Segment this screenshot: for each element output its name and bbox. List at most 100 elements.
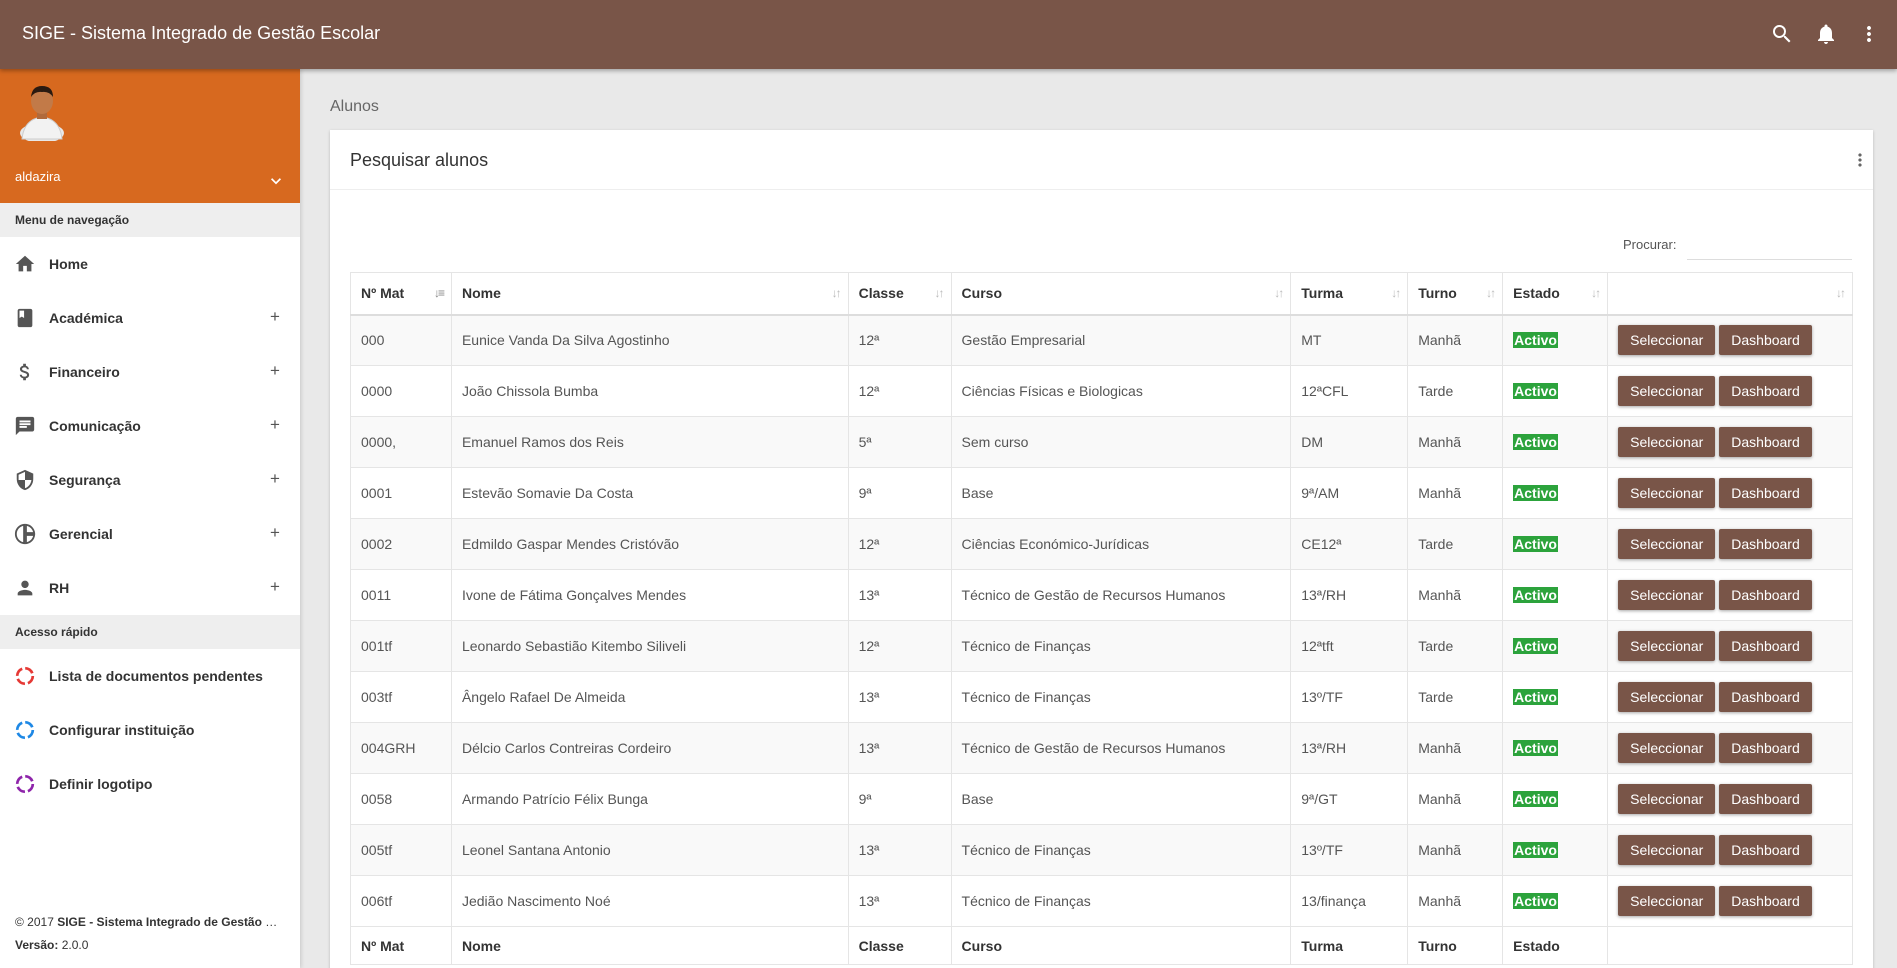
card-more-icon[interactable] xyxy=(1850,150,1870,170)
cell-actions: Seleccionar Dashboard xyxy=(1607,671,1853,723)
quick-item-define-logo[interactable]: Definir logotipo xyxy=(0,757,300,811)
status-badge: Activo xyxy=(1513,383,1558,399)
col-header-nome[interactable]: Nome ↓↑ xyxy=(450,272,849,316)
dashboard-button[interactable]: Dashboard xyxy=(1719,478,1812,508)
dashboard-button[interactable]: Dashboard xyxy=(1719,376,1812,406)
quick-access-header: Acesso rápido xyxy=(0,615,300,649)
version: Versão: 2.0.0 xyxy=(15,934,285,957)
cell-classe: 13ª xyxy=(847,671,952,723)
col-header-actions[interactable]: ↓↑ xyxy=(1607,272,1853,316)
sidebar-item-rh[interactable]: RH + xyxy=(0,561,300,615)
cell-curso: Técnico de Finanças xyxy=(950,671,1292,723)
table-row: 003tf Ângelo Rafael De Almeida 13ª Técnico … xyxy=(350,671,1853,723)
select-button[interactable]: Seleccionar xyxy=(1618,631,1716,661)
select-button[interactable]: Seleccionar xyxy=(1618,478,1716,508)
select-button[interactable]: Seleccionar xyxy=(1618,427,1716,457)
select-button[interactable]: Seleccionar xyxy=(1618,733,1716,763)
table-row: 006tf Jedião Nascimento Noé 13ª Técnico de … xyxy=(350,875,1853,927)
cell-mat: 006tf xyxy=(350,875,452,927)
table-row: 0011 Ivone de Fátima Gonçalves Mendes 13ª T… xyxy=(350,569,1853,621)
sort-icon: ↓↑ xyxy=(1391,286,1401,300)
search-icon[interactable] xyxy=(1770,22,1794,46)
version-label: Versão: xyxy=(15,938,59,952)
col-footer-actions xyxy=(1607,926,1853,965)
chevron-down-icon[interactable] xyxy=(266,171,286,191)
select-button[interactable]: Seleccionar xyxy=(1618,784,1716,814)
cell-turno: Tarde xyxy=(1407,518,1504,570)
cell-turno: Manhã xyxy=(1407,314,1504,366)
circle-red-icon xyxy=(14,665,36,687)
expand-icon[interactable]: + xyxy=(270,307,280,327)
cell-nome: Leonardo Sebastião Kitembo Siliveli xyxy=(450,620,849,672)
cell-turno: Manhã xyxy=(1407,416,1504,468)
expand-icon[interactable]: + xyxy=(270,577,280,597)
sidebar-item-label: Financeiro xyxy=(49,364,120,380)
sort-icon: ↓↑ xyxy=(1591,286,1601,300)
sidebar-item-financeiro[interactable]: Financeiro + xyxy=(0,345,300,399)
cell-actions: Seleccionar Dashboard xyxy=(1607,824,1853,876)
cell-turno: Tarde xyxy=(1407,365,1504,417)
cell-estado: Activo xyxy=(1502,365,1609,417)
quick-item-pending-documents[interactable]: Lista de documentos pendentes xyxy=(0,649,300,703)
dashboard-button[interactable]: Dashboard xyxy=(1719,886,1812,916)
sidebar-item-label: Gerencial xyxy=(49,526,113,542)
book-icon xyxy=(14,307,36,329)
select-button[interactable]: Seleccionar xyxy=(1618,682,1716,712)
col-header-mat[interactable]: Nº Mat ↓≡ xyxy=(350,272,452,316)
bell-icon[interactable] xyxy=(1814,22,1838,46)
col-header-turno[interactable]: Turno ↓↑ xyxy=(1407,272,1504,316)
dashboard-button[interactable]: Dashboard xyxy=(1719,580,1812,610)
select-button[interactable]: Seleccionar xyxy=(1618,529,1716,559)
cell-turno: Manhã xyxy=(1407,467,1504,519)
sidebar-item-home[interactable]: Home xyxy=(0,237,300,291)
select-button[interactable]: Seleccionar xyxy=(1618,580,1716,610)
col-header-estado[interactable]: Estado ↓↑ xyxy=(1502,272,1609,316)
sidebar-item-label: Segurança xyxy=(49,472,121,488)
dashboard-button[interactable]: Dashboard xyxy=(1719,325,1812,356)
select-button[interactable]: Seleccionar xyxy=(1618,376,1716,406)
cell-actions: Seleccionar Dashboard xyxy=(1607,416,1853,468)
cell-nome: Edmildo Gaspar Mendes Cristóvão xyxy=(450,518,849,570)
expand-icon[interactable]: + xyxy=(270,523,280,543)
sidebar-item-academica[interactable]: Académica + xyxy=(0,291,300,345)
cell-turma: 13º/TF xyxy=(1290,824,1409,876)
cell-estado: Activo xyxy=(1502,773,1609,825)
col-header-classe[interactable]: Classe ↓↑ xyxy=(847,272,952,316)
cell-estado: Activo xyxy=(1502,620,1609,672)
cell-classe: 12ª xyxy=(847,314,952,366)
sidebar-item-gerencial[interactable]: Gerencial + xyxy=(0,507,300,561)
col-header-turma[interactable]: Turma ↓↑ xyxy=(1290,272,1409,316)
status-badge: Activo xyxy=(1513,893,1558,909)
expand-icon[interactable]: + xyxy=(270,361,280,381)
select-button[interactable]: Seleccionar xyxy=(1618,325,1716,356)
col-header-curso[interactable]: Curso ↓↑ xyxy=(950,272,1292,316)
cell-actions: Seleccionar Dashboard xyxy=(1607,569,1853,621)
sort-asc-icon: ↓≡ xyxy=(433,286,445,300)
dashboard-button[interactable]: Dashboard xyxy=(1719,682,1812,712)
more-vert-icon[interactable] xyxy=(1857,22,1881,46)
cell-turma: 13/finança xyxy=(1290,875,1409,927)
expand-icon[interactable]: + xyxy=(270,469,280,489)
message-icon xyxy=(14,415,36,437)
dashboard-button[interactable]: Dashboard xyxy=(1719,733,1812,763)
cell-turno: Manhã xyxy=(1407,773,1504,825)
dashboard-button[interactable]: Dashboard xyxy=(1719,835,1812,865)
cell-estado: Activo xyxy=(1502,824,1609,876)
cell-nome: Ângelo Rafael De Almeida xyxy=(450,671,849,723)
cell-estado: Activo xyxy=(1502,467,1609,519)
quick-item-configure-institution[interactable]: Configurar instituição xyxy=(0,703,300,757)
sidebar-item-seguranca[interactable]: Segurança + xyxy=(0,453,300,507)
status-badge: Activo xyxy=(1513,332,1558,349)
sidebar-item-comunicacao[interactable]: Comunicação + xyxy=(0,399,300,453)
sort-icon: ↓↑ xyxy=(1274,286,1284,300)
cell-classe: 12ª xyxy=(847,365,952,417)
select-button[interactable]: Seleccionar xyxy=(1618,886,1716,916)
dashboard-button[interactable]: Dashboard xyxy=(1719,784,1812,814)
dashboard-button[interactable]: Dashboard xyxy=(1719,427,1812,457)
person-icon xyxy=(14,577,36,599)
expand-icon[interactable]: + xyxy=(270,415,280,435)
dashboard-button[interactable]: Dashboard xyxy=(1719,529,1812,559)
search-input[interactable] xyxy=(1687,230,1852,260)
select-button[interactable]: Seleccionar xyxy=(1618,835,1716,865)
dashboard-button[interactable]: Dashboard xyxy=(1719,631,1812,661)
